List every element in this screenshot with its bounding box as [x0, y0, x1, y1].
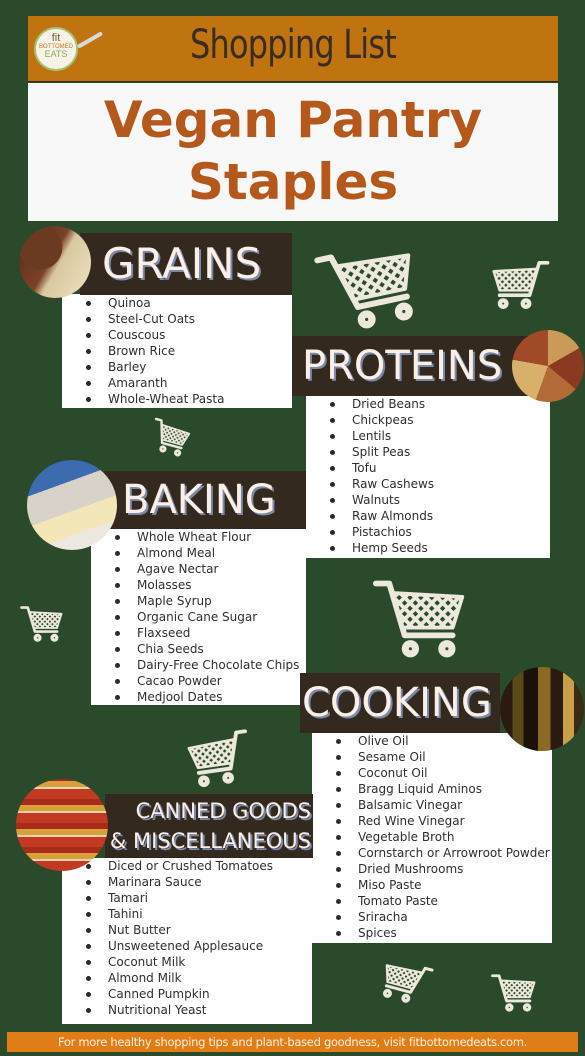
list-item: Maple Syrup — [91, 593, 306, 609]
list-item: Tamari — [62, 890, 312, 906]
header-bar: Shopping List — [28, 16, 558, 82]
list-item: Bragg Liquid Aminos — [312, 781, 552, 797]
list-item: Brown Rice — [62, 343, 292, 359]
list-item: Hemp Seeds — [306, 540, 550, 556]
list-item: Vegetable Broth — [312, 829, 552, 845]
baking-photo — [27, 460, 117, 550]
list-item: Balsamic Vinegar — [312, 797, 552, 813]
logo-text-fit: fit — [51, 32, 61, 44]
logo-text-eats: EATS — [44, 49, 68, 59]
shopping-cart-icon — [176, 725, 261, 793]
list-item: Split Peas — [306, 444, 550, 460]
list-item: Nut Butter — [62, 922, 312, 938]
list-item: Spices — [312, 925, 552, 941]
list-item: Tahini — [62, 906, 312, 922]
list-item: Almond Milk — [62, 970, 312, 986]
list-item: Cacao Powder — [91, 673, 306, 689]
shopping-cart-icon — [297, 229, 443, 344]
list-item: Quinoa — [62, 295, 292, 311]
list-item: Tofu — [306, 460, 550, 476]
list-item: Lentils — [306, 428, 550, 444]
shopping-cart-icon — [144, 408, 196, 469]
list-item: Sesame Oil — [312, 749, 552, 765]
cooking-list: Olive Oil Sesame Oil Coconut Oil Bragg Liqu… — [312, 733, 552, 943]
list-item: Whole-Wheat Pasta — [62, 391, 292, 407]
footer-banner[interactable]: For more healthy shopping tips and plant… — [7, 1032, 578, 1052]
list-item: Dairy-Free Chocolate Chips — [91, 657, 306, 673]
list-item: Steel-Cut Oats — [62, 311, 292, 327]
proteins-heading: PROTEINS — [292, 336, 532, 396]
canned-goods-photo — [16, 779, 108, 871]
nuts-photo — [512, 330, 584, 402]
list-item: Coconut Oil — [312, 765, 552, 781]
list-item: Organic Cane Sugar — [91, 609, 306, 625]
cooking-heading: COOKING — [300, 673, 500, 733]
list-item: Chickpeas — [306, 412, 550, 428]
list-item: Marinara Sauce — [62, 874, 312, 890]
list-item: Unsweetened Applesauce — [62, 938, 312, 954]
list-item: Cornstarch or Arrowroot Powder — [312, 845, 552, 861]
list-item: Raw Cashews — [306, 476, 550, 492]
list-item: Molasses — [91, 577, 306, 593]
shopping-cart-icon — [372, 943, 438, 1022]
shopping-cart-icon — [372, 572, 468, 666]
shopping-cart-icon — [490, 972, 538, 1014]
list-item: Tomato Paste — [312, 893, 552, 909]
canned-goods-heading-line2: & MISCELLANEOUS — [109, 829, 311, 853]
grains-heading: GRAINS — [80, 233, 292, 295]
shopping-cart-icon — [480, 258, 560, 312]
grains-list: Quinoa Steel-Cut Oats Couscous Brown Rice Ba… — [62, 294, 292, 408]
shopping-cart-icon — [18, 604, 66, 644]
list-item: Almond Meal — [91, 545, 306, 561]
list-item: Raw Almonds — [306, 508, 550, 524]
list-item: Amaranth — [62, 375, 292, 391]
page-title-line1: Vegan Pantry — [103, 91, 483, 149]
list-item: Barley — [62, 359, 292, 375]
list-item: Couscous — [62, 327, 292, 343]
fit-bottomed-eats-logo[interactable]: fit BOTTOMED EATS — [34, 27, 78, 71]
list-item: Agave Nectar — [91, 561, 306, 577]
oils-photo — [500, 667, 584, 751]
proteins-list: Dried Beans Chickpeas Lentils Split Peas Tof… — [306, 396, 550, 558]
list-item: Miso Paste — [312, 877, 552, 893]
list-item: Whole Wheat Flour — [91, 529, 306, 545]
canned-goods-list: Diced or Crushed Tomatoes Marinara Sauce T… — [62, 858, 312, 1024]
canned-goods-heading: CANNED GOODS & MISCELLANEOUS — [105, 794, 313, 858]
baking-list: Whole Wheat Flour Almond Meal Agave Nectar… — [91, 529, 306, 705]
baking-heading: BAKING — [104, 471, 306, 529]
list-item: Dried Beans — [306, 396, 550, 412]
shopping-list-heading: Shopping List — [190, 22, 397, 68]
list-item: Flaxseed — [91, 625, 306, 641]
list-item: Sriracha — [312, 909, 552, 925]
page-title-line2: Staples — [187, 153, 399, 211]
list-item: Coconut Milk — [62, 954, 312, 970]
grains-photo — [19, 226, 91, 298]
list-item: Diced or Crushed Tomatoes — [62, 858, 312, 874]
list-item: Walnuts — [306, 492, 550, 508]
list-item: Nutritional Yeast — [62, 1002, 312, 1018]
list-item: Chia Seeds — [91, 641, 306, 657]
canned-goods-heading-line1: CANNED GOODS — [135, 799, 311, 823]
list-item: Dried Mushrooms — [312, 861, 552, 877]
list-item: Red Wine Vinegar — [312, 813, 552, 829]
list-item: Pistachios — [306, 524, 550, 540]
page-title: Vegan Pantry Staples — [28, 83, 558, 221]
list-item: Canned Pumpkin — [62, 986, 312, 1002]
list-item: Medjool Dates — [91, 689, 306, 705]
